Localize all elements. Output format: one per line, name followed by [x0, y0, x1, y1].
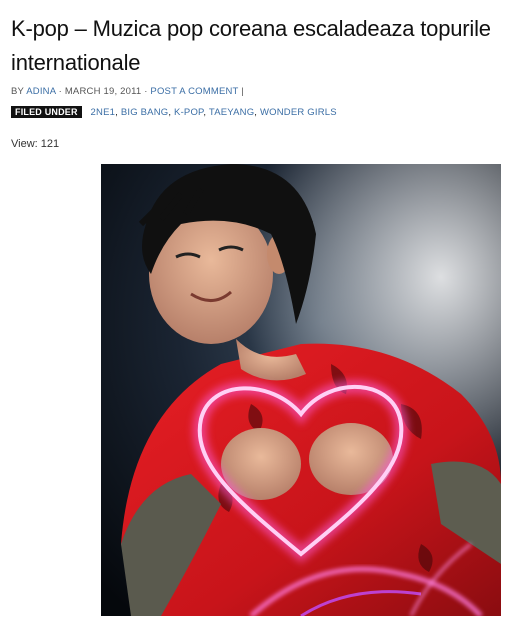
meta-separator: ·	[144, 86, 148, 97]
tag-link-2ne1[interactable]: 2NE1	[91, 107, 116, 118]
meta-separator: |	[241, 86, 244, 97]
post-photo-illustration	[101, 164, 501, 616]
filed-under-badge: FILED UNDER	[11, 106, 82, 118]
tag-link-big-bang[interactable]: BIG BANG	[121, 107, 169, 118]
post-meta: BY ADINA · MARCH 19, 2011 · POST A COMME…	[11, 86, 244, 97]
tag-link-wonder-girls[interactable]: WONDER GIRLS	[260, 107, 337, 118]
view-count: View: 121	[11, 138, 60, 150]
post-photo	[101, 164, 501, 616]
author-link[interactable]: ADINA	[26, 86, 56, 97]
tag-link-taeyang[interactable]: TAEYANG	[209, 107, 254, 118]
tag-link-k-pop[interactable]: K-POP	[174, 107, 203, 118]
post: K-pop – Muzica pop coreana escaladeaza t…	[0, 0, 523, 619]
filed-under-row: FILED UNDER 2NE1, BIG BANG, K-POP, TAEYA…	[11, 106, 337, 118]
by-label: BY	[11, 86, 24, 97]
post-comment-link[interactable]: POST A COMMENT	[150, 86, 238, 97]
meta-separator: ·	[58, 86, 62, 97]
post-date: MARCH 19, 2011	[64, 86, 142, 97]
post-title[interactable]: K-pop – Muzica pop coreana escaladeaza t…	[11, 12, 516, 80]
